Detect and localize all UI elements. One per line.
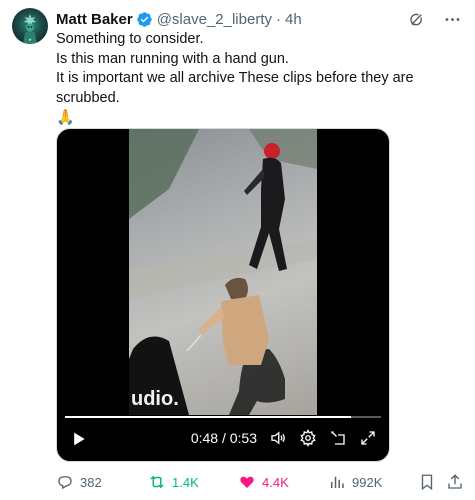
volume-icon[interactable] [269,429,287,447]
tweet-header: Matt Baker @slave_2_liberty · 4h [56,9,302,29]
separator-dot: · [276,10,281,28]
video-duration: 0:53 [229,430,257,446]
tweet: ★ Matt Baker @slave_2_liberty · 4h Somet… [0,0,475,500]
post-line: Something to consider. [56,31,204,47]
author-handle[interactable]: @slave_2_liberty [157,11,272,28]
share-icon [448,474,462,489]
post-text: Something to consider. Is this man runni… [56,30,466,127]
picture-in-picture-icon[interactable] [329,429,347,447]
post-line: It is important we all archive These cli… [56,70,414,86]
bookmark-button[interactable] [418,472,436,492]
play-icon[interactable] [69,429,89,449]
praying-hands-emoji: 🙏 [56,109,75,126]
video-scene: udio. [129,129,317,415]
views-chart-icon [331,476,344,488]
repost-count: 1.4K [172,474,199,490]
reply-button[interactable]: 382 [56,472,102,492]
video-time-readout: 0:48 / 0:53 [191,430,257,446]
svg-text:★: ★ [28,37,32,42]
video-time-separator: / [218,430,230,446]
fullscreen-icon[interactable] [359,429,377,447]
bookmark-icon [421,474,433,491]
views-count: 992K [352,474,383,490]
post-line: scrubbed. [56,89,120,106]
reply-icon [58,476,72,490]
share-button[interactable] [446,472,464,492]
statue-of-liberty-icon: ★ [23,14,37,44]
more-options-icon[interactable] [441,8,463,30]
video-current-time: 0:48 [190,430,219,446]
video-controls: 0:48 / 0:53 [57,417,389,461]
views-button[interactable]: 992K [328,472,382,492]
post-line: Is this man running with a hand gun. [56,50,289,67]
settings-gear-icon[interactable] [299,429,317,447]
video-frame[interactable]: udio. [129,129,317,415]
reply-count: 382 [80,474,102,490]
video-player[interactable]: udio. 0:48 / 0:53 [56,128,390,462]
top-actions [405,8,463,30]
action-bar: 382 1.4K 4.4K 992K [56,472,466,492]
repost-icon [150,475,164,489]
heart-icon [240,476,254,488]
verified-badge-icon[interactable] [136,11,153,28]
like-count: 4.4K [262,474,289,490]
avatar[interactable]: ★ [12,8,48,44]
repost-button[interactable]: 1.4K [148,472,199,492]
grok-icon[interactable] [405,8,427,30]
like-button[interactable]: 4.4K [238,472,289,492]
author-name[interactable]: Matt Baker [56,11,133,28]
post-time[interactable]: 4h [285,11,302,28]
video-control-icons [269,429,377,447]
video-watermark: udio. [131,388,179,410]
